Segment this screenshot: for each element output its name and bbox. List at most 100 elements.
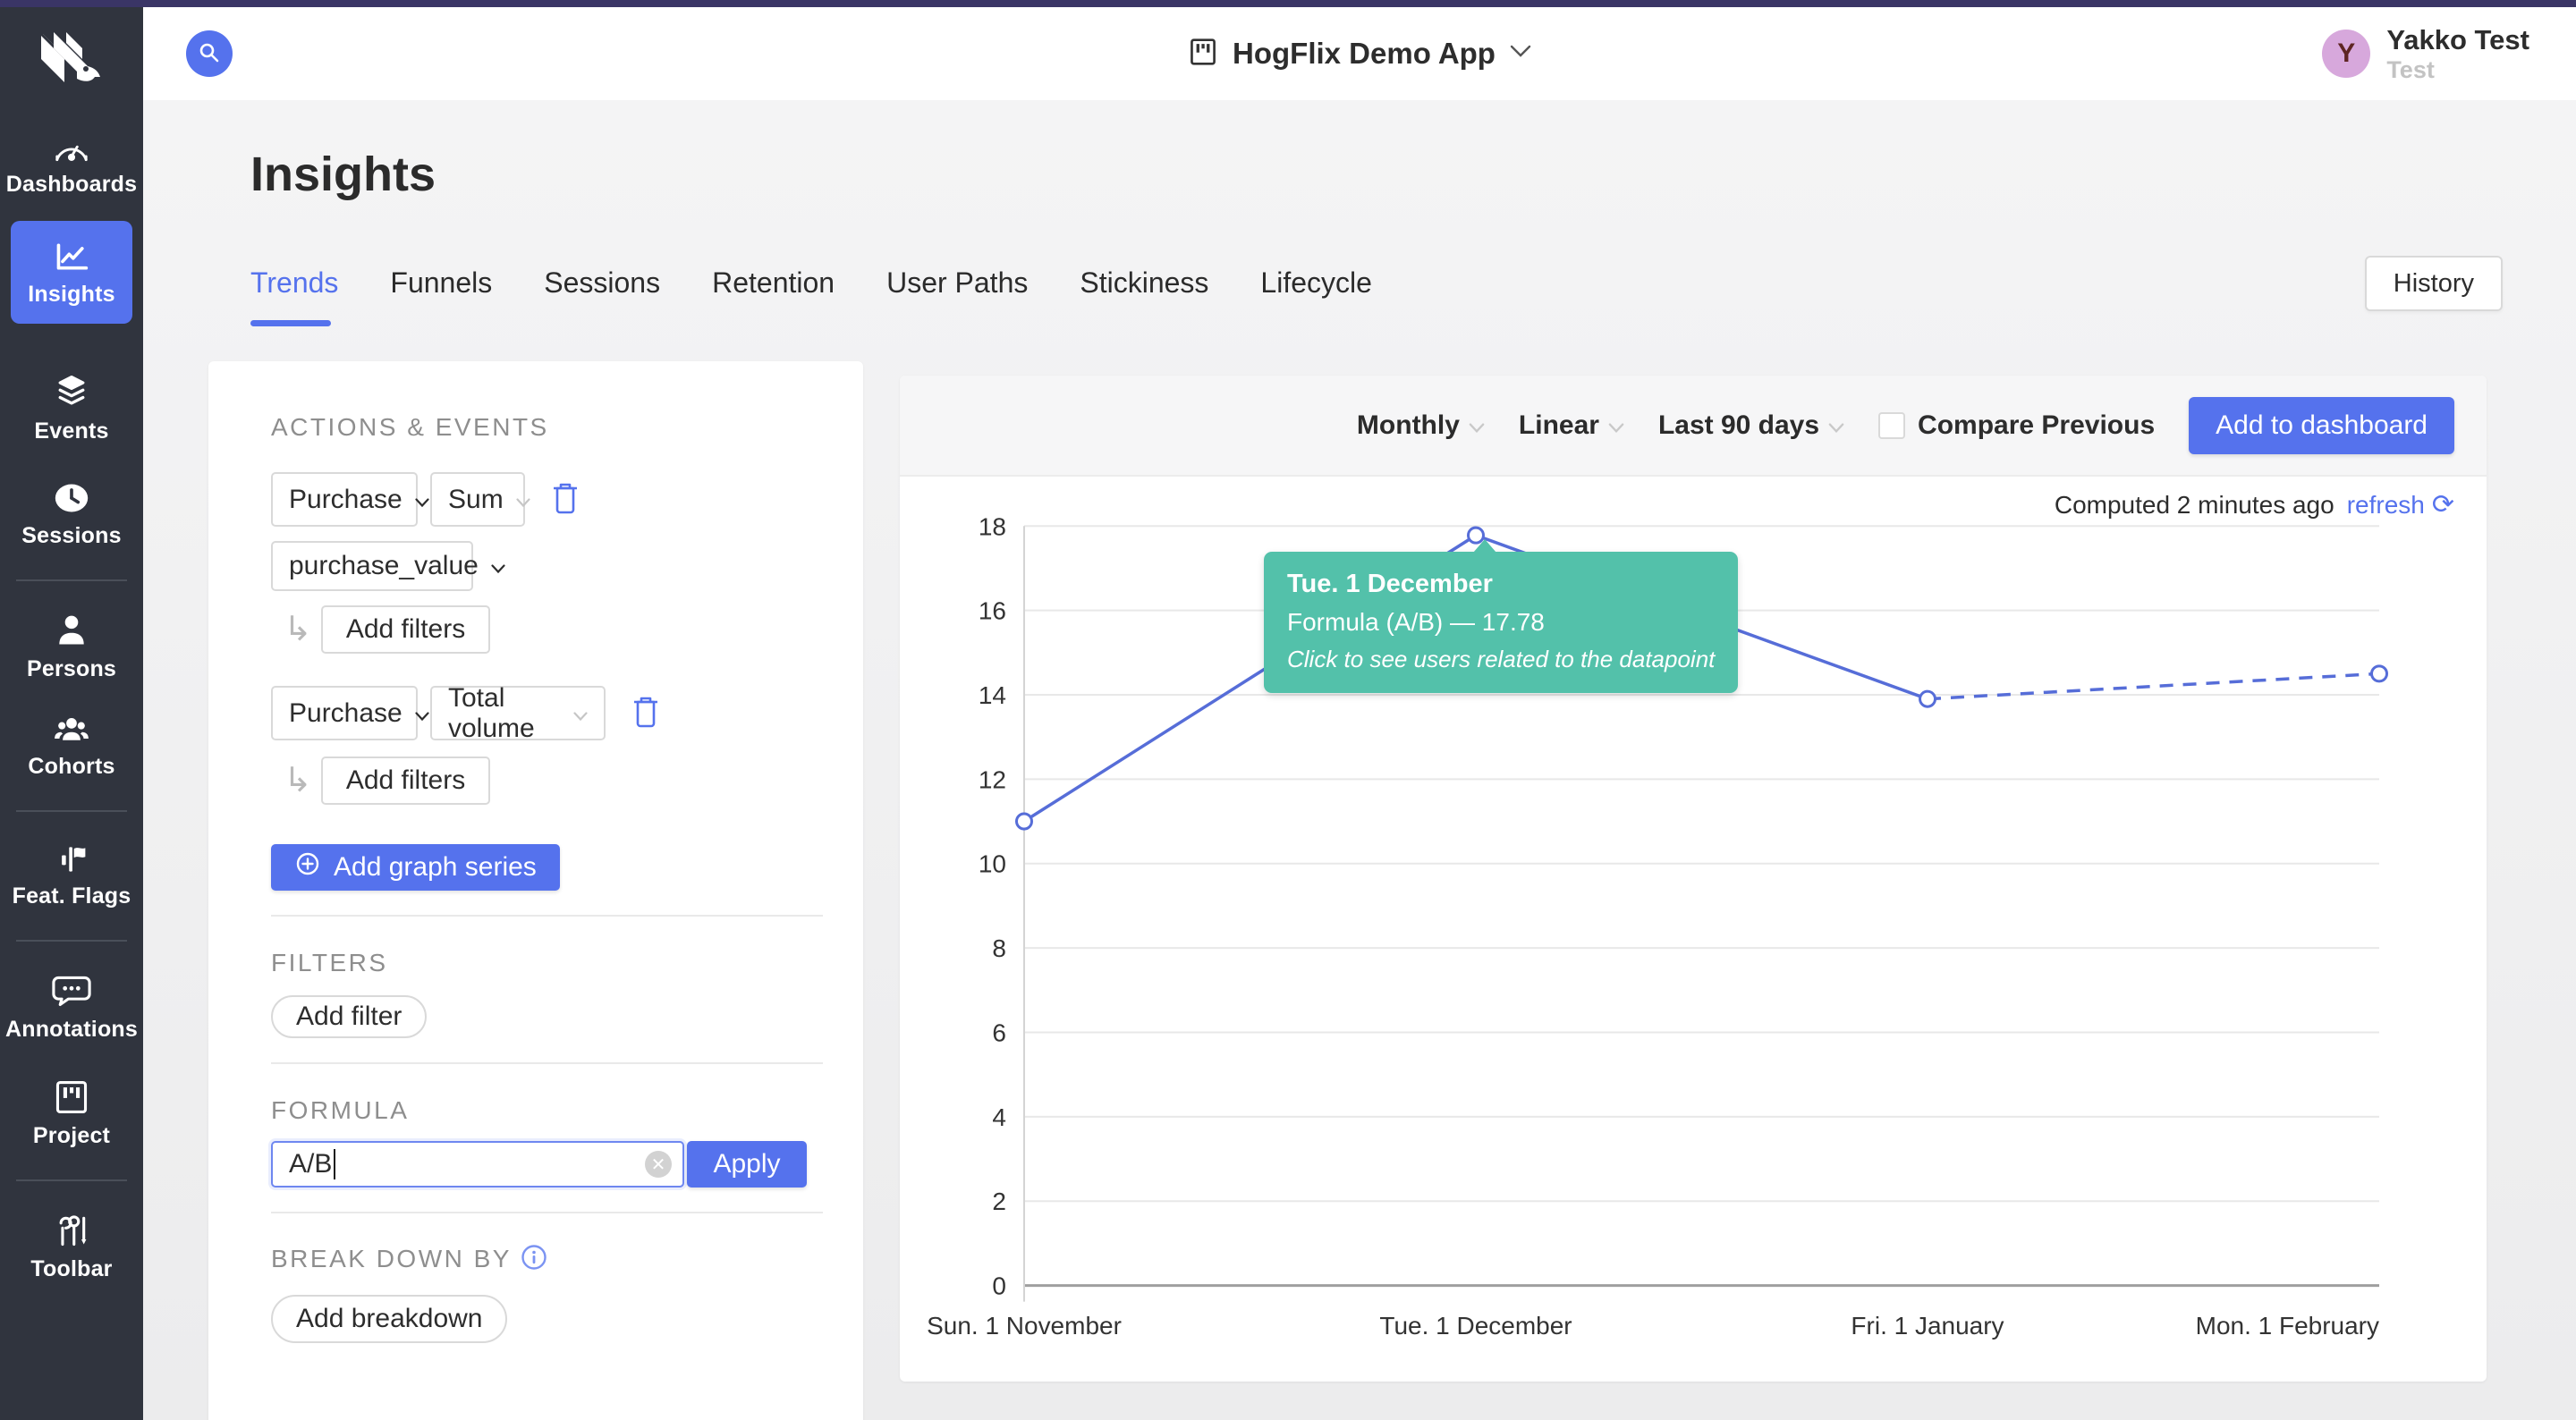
search-button[interactable] xyxy=(186,30,233,77)
user-menu[interactable]: Y Yakko Test Test xyxy=(2322,7,2529,100)
compare-previous-toggle[interactable]: Compare Previous xyxy=(1878,410,2155,441)
tooltip-caret-icon xyxy=(1473,539,1496,553)
kanban-icon xyxy=(53,1078,90,1116)
chevron-down-icon xyxy=(1469,410,1485,441)
text-caret xyxy=(334,1149,335,1179)
user-org: Test xyxy=(2386,56,2529,83)
series2-delete-button[interactable] xyxy=(631,695,661,731)
sidebar-item-label: Annotations xyxy=(5,1017,138,1043)
query-builder-panel: ACTIONS & EVENTS Purchase Sum xyxy=(208,361,863,1420)
posthog-logo-icon xyxy=(41,29,102,91)
svg-text:Tue. 1 December: Tue. 1 December xyxy=(1379,1312,1572,1340)
svg-text:12: 12 xyxy=(979,765,1006,793)
section-divider xyxy=(271,1062,823,1064)
svg-text:4: 4 xyxy=(992,1103,1006,1131)
apply-formula-button[interactable]: Apply xyxy=(687,1141,807,1188)
search-icon xyxy=(198,41,221,67)
svg-text:Sun. 1 November: Sun. 1 November xyxy=(927,1312,1122,1340)
sidebar-item-label: Persons xyxy=(27,656,116,682)
history-button[interactable]: History xyxy=(2365,256,2503,311)
formula-input[interactable]: A/B ✕ xyxy=(271,1141,684,1188)
series1-delete-button[interactable] xyxy=(550,481,580,518)
page-content: Insights Trends Funnels Sessions Retenti… xyxy=(143,100,2576,1420)
add-breakdown-button[interactable]: Add breakdown xyxy=(271,1295,507,1343)
series1-add-filters-button[interactable]: Add filters xyxy=(321,605,490,654)
chevron-down-icon xyxy=(415,698,429,729)
window-top-strip xyxy=(0,0,2576,7)
chevron-down-icon xyxy=(573,698,588,729)
sidebar-item-insights[interactable]: Insights xyxy=(11,221,132,324)
sidebar-item-toolbar[interactable]: Toolbar xyxy=(0,1212,143,1282)
chevron-down-icon xyxy=(491,551,505,581)
clear-input-icon[interactable]: ✕ xyxy=(645,1151,672,1178)
tab-sessions[interactable]: Sessions xyxy=(544,266,660,300)
sidebar-item-label: Cohorts xyxy=(28,754,114,780)
svg-text:0: 0 xyxy=(992,1272,1006,1300)
page-title: Insights xyxy=(250,147,436,202)
tab-user-paths[interactable]: User Paths xyxy=(886,266,1028,300)
clock-icon xyxy=(52,480,91,516)
sidebar-item-feature-flags[interactable]: Feat. Flags xyxy=(0,842,143,909)
sidebar-item-label: Toolbar xyxy=(30,1256,112,1282)
tools-icon xyxy=(51,1212,92,1249)
tooltip-date: Tue. 1 December xyxy=(1287,570,1715,599)
sidebar-item-annotations[interactable]: Annotations xyxy=(0,972,143,1043)
line-chart-icon xyxy=(52,239,91,275)
sidebar-item-events[interactable]: Events xyxy=(0,374,143,444)
sidebar-item-label: Feat. Flags xyxy=(13,883,131,909)
chart-area: Computed 2 minutes ago refresh ⟳ 0246810… xyxy=(900,477,2487,1382)
series1-event-select[interactable]: Purchase xyxy=(271,472,418,527)
gauge-icon xyxy=(52,132,91,165)
sidebar-item-project[interactable]: Project xyxy=(0,1078,143,1149)
sidebar-item-label: Events xyxy=(34,418,108,444)
plus-circle-icon xyxy=(294,850,321,884)
tooltip-hint: Click to see users related to the datapo… xyxy=(1287,646,1715,673)
sidebar-item-label: Project xyxy=(33,1123,110,1149)
tab-stickiness[interactable]: Stickiness xyxy=(1080,266,1208,300)
section-divider xyxy=(271,915,823,917)
project-icon xyxy=(1188,37,1218,72)
insight-tabs: Trends Funnels Sessions Retention User P… xyxy=(250,266,1372,300)
sidebar-item-sessions[interactable]: Sessions xyxy=(0,480,143,549)
sidebar-divider xyxy=(16,1179,127,1181)
svg-text:16: 16 xyxy=(979,597,1006,625)
series1-aggregation-select[interactable]: Sum xyxy=(430,472,525,527)
tab-trends[interactable]: Trends xyxy=(250,266,338,300)
series2-aggregation-select[interactable]: Total volume xyxy=(430,686,606,740)
add-graph-series-button[interactable]: Add graph series xyxy=(271,844,560,891)
sidebar-item-label: Sessions xyxy=(21,523,121,549)
svg-text:6: 6 xyxy=(992,1019,1006,1046)
add-filter-button[interactable]: Add filter xyxy=(271,995,427,1038)
project-name: HogFlix Demo App xyxy=(1233,37,1496,71)
sidebar-item-persons[interactable]: Persons xyxy=(0,612,143,682)
project-switcher[interactable]: HogFlix Demo App xyxy=(1188,7,1531,100)
active-tab-underline xyxy=(250,320,331,326)
people-icon xyxy=(51,714,92,747)
sidebar-item-dashboards[interactable]: Dashboards xyxy=(0,132,143,198)
series2-event-select[interactable]: Purchase xyxy=(271,686,418,740)
date-range-select[interactable]: Last 90 days xyxy=(1658,410,1844,441)
section-divider xyxy=(271,1212,823,1213)
add-to-dashboard-button[interactable]: Add to dashboard xyxy=(2189,397,2454,454)
tab-retention[interactable]: Retention xyxy=(712,266,835,300)
formula-title: FORMULA xyxy=(271,1096,823,1125)
tooltip-value: Formula (A/B) — 17.78 xyxy=(1287,608,1715,637)
sidebar-item-cohorts[interactable]: Cohorts xyxy=(0,714,143,780)
datapoint-tooltip: Tue. 1 December Formula (A/B) — 17.78 Cl… xyxy=(1264,552,1738,693)
tab-funnels[interactable]: Funnels xyxy=(390,266,492,300)
svg-text:10: 10 xyxy=(979,850,1006,878)
tab-lifecycle[interactable]: Lifecycle xyxy=(1260,266,1372,300)
compare-previous-checkbox[interactable] xyxy=(1878,412,1905,439)
svg-text:Fri. 1 January: Fri. 1 January xyxy=(1851,1312,2004,1340)
series2-add-filters-button[interactable]: Add filters xyxy=(321,756,490,805)
series1-property-select[interactable]: purchase_value xyxy=(271,541,473,591)
trash-icon xyxy=(550,481,580,518)
chevron-down-icon xyxy=(1828,410,1844,441)
breakdown-title: BREAK DOWN BY xyxy=(271,1244,823,1277)
svg-text:8: 8 xyxy=(992,934,1006,962)
speech-bubble-icon xyxy=(51,972,92,1010)
info-icon[interactable] xyxy=(521,1244,547,1277)
interval-select[interactable]: Monthly xyxy=(1357,410,1485,441)
filters-title: FILTERS xyxy=(271,949,823,977)
display-type-select[interactable]: Linear xyxy=(1519,410,1624,441)
